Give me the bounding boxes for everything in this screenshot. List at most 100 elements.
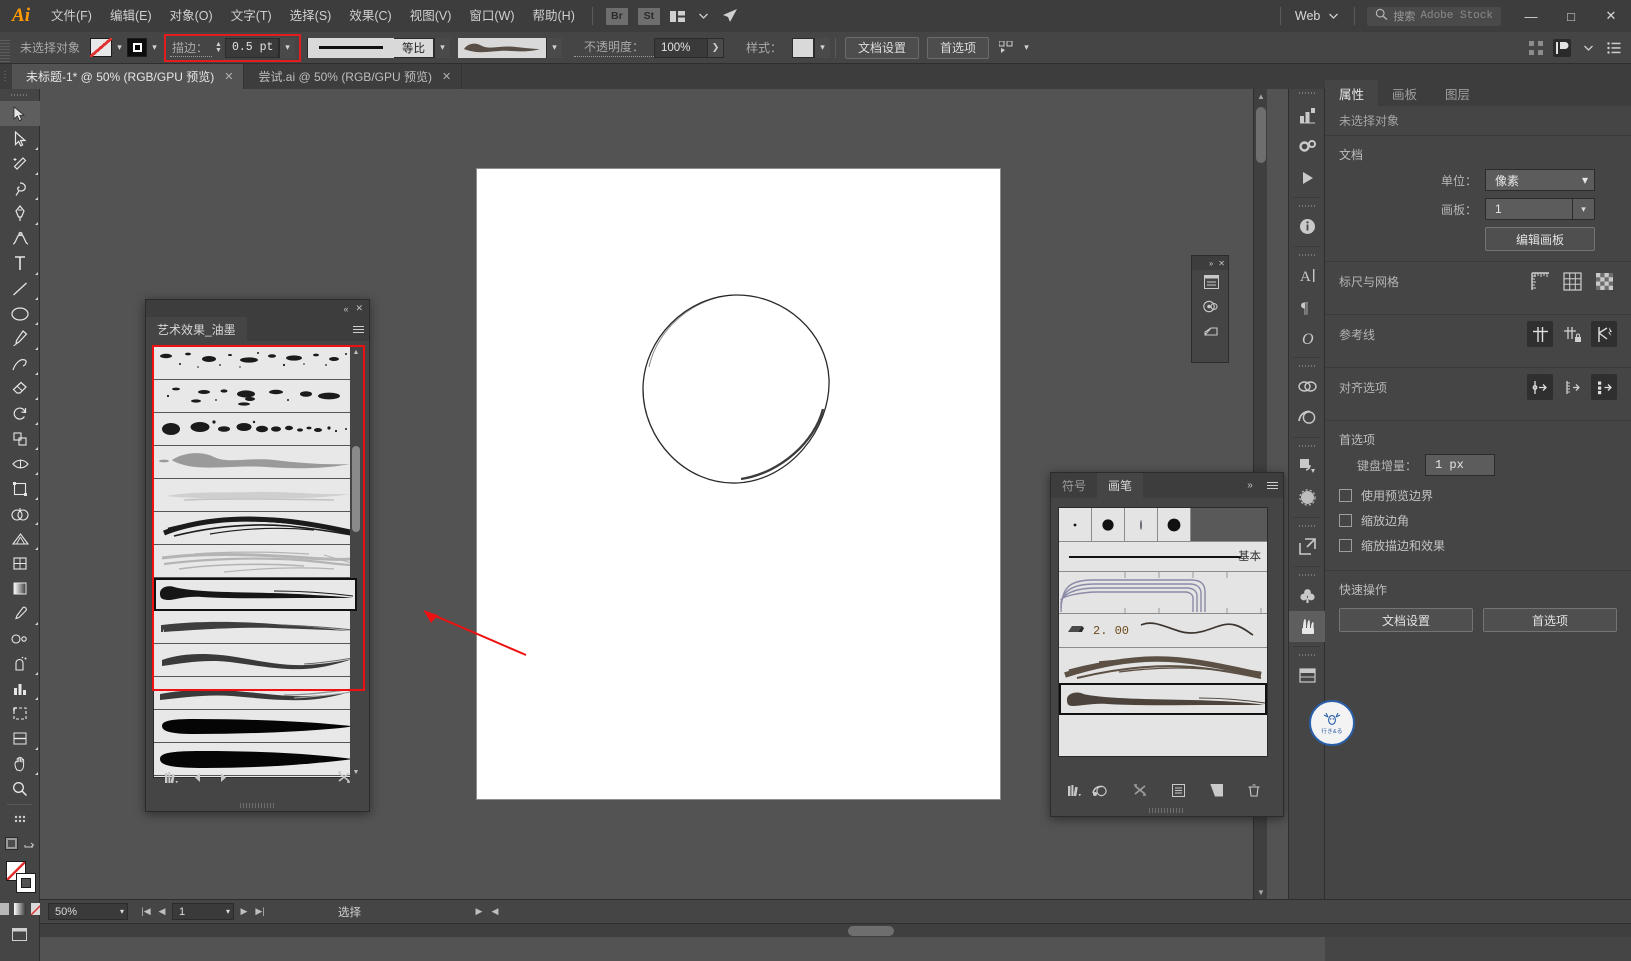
preferences-button[interactable]: 首选项	[927, 36, 990, 59]
brushes-panel-resize-grip[interactable]	[1149, 808, 1185, 813]
tab-brushes[interactable]: 画笔	[1097, 473, 1144, 498]
rail-grip-2[interactable]	[1289, 202, 1324, 211]
stock-search-input[interactable]: 搜索 Adobe Stock	[1367, 6, 1501, 26]
slice-tool[interactable]	[0, 726, 40, 751]
menu-type[interactable]: 文字(T)	[222, 0, 281, 32]
swap-fill-stroke-icon[interactable]	[24, 837, 35, 853]
first-artboard-button[interactable]: |◀	[138, 902, 154, 922]
stock-icon[interactable]: St	[637, 7, 660, 25]
stroke-weight-chevron-down-icon[interactable]: ▾	[278, 37, 295, 58]
chevron-down-icon[interactable]	[691, 0, 717, 32]
close-icon[interactable]: ✕	[355, 303, 363, 314]
library-icon[interactable]	[158, 765, 184, 789]
brush-art-tapered-blob[interactable]	[1059, 683, 1267, 715]
scale-corners-checkbox[interactable]	[1339, 514, 1352, 527]
properties-icon[interactable]	[1289, 100, 1326, 131]
eraser-tool[interactable]	[0, 376, 40, 401]
close-icon[interactable]: ✕	[224, 70, 233, 83]
curvature-tool[interactable]	[0, 226, 40, 251]
ink-brush-dots[interactable]	[154, 413, 357, 446]
style-chevron-down-icon[interactable]: ▾	[814, 37, 830, 58]
units-select[interactable]: 像素 ▾	[1485, 169, 1595, 191]
lasso-tool[interactable]	[0, 176, 40, 201]
ink-brush-dry-light[interactable]	[154, 545, 357, 578]
canvas-horizontal-scrollbar[interactable]	[40, 923, 1631, 937]
tab-symbols[interactable]: 符号	[1051, 473, 1098, 498]
workspace-chevron-icon[interactable]	[1579, 39, 1597, 57]
links-icon[interactable]	[1289, 371, 1326, 402]
rail-grip-8[interactable]	[1289, 651, 1324, 660]
next-icon[interactable]	[210, 765, 236, 789]
document-tab-changshi[interactable]: 尝试.ai @ 50% (RGB/GPU 预览) ✕	[244, 64, 463, 89]
minimize-button[interactable]: —	[1511, 0, 1551, 32]
scale-tool[interactable]	[0, 426, 40, 451]
next-artboard-button[interactable]: ▶	[236, 902, 252, 922]
grid-icon[interactable]	[1559, 268, 1585, 294]
rotate-tool[interactable]	[0, 401, 40, 426]
stroke-stepper[interactable]: ▲ ▼	[215, 41, 222, 54]
ink-brush-dry-dark[interactable]	[154, 512, 357, 545]
transparency-grid-icon[interactable]	[1591, 268, 1617, 294]
use-preview-bounds-row[interactable]: 使用预览边界	[1325, 483, 1631, 508]
menu-select[interactable]: 选择(S)	[281, 0, 341, 32]
edit-toolbar-icon[interactable]	[0, 808, 40, 833]
drawn-circle-path[interactable]	[637, 289, 837, 489]
stroke-swatch-large[interactable]	[16, 873, 36, 893]
ink-brush-wave-stroke[interactable]	[154, 644, 357, 677]
scale-strokes-effects-checkbox[interactable]	[1339, 539, 1352, 552]
opacity-input[interactable]: 100%	[653, 37, 708, 58]
brush-definition-chevron-down-icon[interactable]: ▾	[545, 37, 562, 58]
prev-icon[interactable]	[184, 765, 210, 789]
graphic-style-swatch[interactable]	[792, 37, 814, 58]
collapse-panel-icon[interactable]: «	[343, 304, 348, 314]
gradient-mode-icon[interactable]	[13, 903, 26, 918]
ink-brush-wash-light[interactable]	[154, 479, 357, 512]
smart-guides-icon[interactable]	[1591, 321, 1617, 347]
properties-panel-icon[interactable]	[1553, 38, 1571, 57]
ink-panel-titlebar[interactable]: « ✕	[146, 300, 369, 317]
calligraphic-brush-1pt[interactable]	[1059, 508, 1092, 541]
stroke-profile-combo[interactable]: 等比	[306, 37, 434, 58]
calligraphic-brushes-row[interactable]	[1059, 508, 1267, 541]
status-prev-icon[interactable]: ◀	[487, 902, 503, 922]
brush-art-charcoal[interactable]: 2. 00	[1059, 613, 1267, 647]
calligraphic-brush-5pt[interactable]	[1158, 508, 1191, 541]
select-similar-objects-icon[interactable]	[993, 32, 1019, 64]
ink-brush-splatter-medium[interactable]	[154, 380, 357, 413]
maximize-button[interactable]: □	[1551, 0, 1591, 32]
ink-brush-tapered-blob[interactable]	[154, 578, 357, 611]
scroll-up-icon[interactable]: ▲	[350, 346, 362, 358]
blend-tool[interactable]	[0, 626, 40, 651]
use-preview-bounds-checkbox[interactable]	[1339, 489, 1352, 502]
ink-brush-splatter-fine[interactable]	[154, 347, 357, 380]
align-to-pixel-icon[interactable]	[1559, 374, 1585, 400]
swatches-icon[interactable]	[1289, 660, 1326, 691]
gradient-tool[interactable]	[0, 576, 40, 601]
last-artboard-button[interactable]: ▶|	[252, 902, 268, 922]
tab-artboards[interactable]: 画板	[1378, 80, 1431, 106]
column-graph-tool[interactable]	[0, 676, 40, 701]
rail-grip-7[interactable]	[1289, 571, 1324, 580]
ink-brush-solid-taper-1[interactable]	[154, 710, 357, 743]
libraries-icon[interactable]	[1289, 402, 1326, 433]
tab-ink-library[interactable]: 艺术效果_油墨	[146, 317, 247, 341]
artboard-input[interactable]: 1	[1485, 198, 1573, 220]
paintbrush-tool[interactable]	[0, 326, 40, 351]
ink-brush-wash-gray[interactable]	[154, 446, 357, 479]
opacity-options-icon[interactable]: ❯	[707, 37, 724, 58]
type-tool[interactable]	[0, 251, 40, 276]
delete-icon[interactable]	[331, 765, 357, 789]
options-icon[interactable]	[1165, 778, 1191, 802]
magic-wand-tool[interactable]	[0, 151, 40, 176]
quick-document-setup-button[interactable]: 文档设置	[1339, 608, 1473, 632]
line-segment-tool[interactable]	[0, 276, 40, 301]
expand-panel-icon[interactable]: »	[1239, 473, 1261, 498]
align-to-point-icon[interactable]	[1527, 374, 1553, 400]
quick-preferences-button[interactable]: 首选项	[1483, 608, 1617, 632]
status-next-icon[interactable]: ▶	[471, 902, 487, 922]
rail-grip-4[interactable]	[1289, 362, 1324, 371]
artboard-tool[interactable]	[0, 701, 40, 726]
menu-object[interactable]: 对象(O)	[161, 0, 222, 32]
menu-view[interactable]: 视图(V)	[401, 0, 461, 32]
rail-grip-3[interactable]	[1289, 251, 1324, 260]
